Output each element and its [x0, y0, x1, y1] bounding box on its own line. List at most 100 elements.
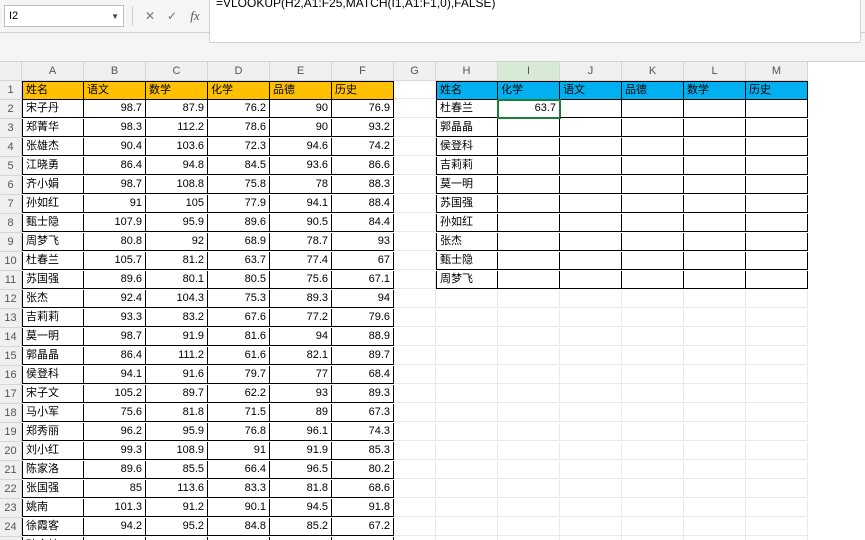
cell-M5[interactable] [746, 157, 808, 175]
cell-B11[interactable]: 89.6 [84, 271, 146, 289]
chevron-down-icon[interactable]: ▼ [111, 12, 119, 21]
cell-C1[interactable]: 数学 [146, 81, 208, 100]
cell-D9[interactable]: 68.9 [208, 233, 270, 251]
cell-D13[interactable]: 67.6 [208, 309, 270, 327]
cell-K24[interactable] [622, 518, 684, 536]
cell-L20[interactable] [684, 442, 746, 460]
cell-I15[interactable] [498, 347, 560, 365]
col-header-M[interactable]: M [746, 62, 808, 81]
cell-D6[interactable]: 75.8 [208, 176, 270, 194]
cell-E6[interactable]: 78 [270, 176, 332, 194]
cell-J21[interactable] [560, 461, 622, 479]
row-header-16[interactable]: 16 [0, 366, 22, 385]
cell-G17[interactable] [394, 385, 436, 403]
row-header-1[interactable]: 1 [0, 81, 22, 100]
cell-K22[interactable] [622, 480, 684, 498]
cell-L18[interactable] [684, 404, 746, 422]
cell-K7[interactable] [622, 195, 684, 213]
cell-B19[interactable]: 96.2 [84, 423, 146, 441]
col-header-F[interactable]: F [332, 62, 394, 81]
cell-F11[interactable]: 67.1 [332, 271, 394, 289]
cell-G10[interactable] [394, 252, 436, 270]
cell-K18[interactable] [622, 404, 684, 422]
cell-I18[interactable] [498, 404, 560, 422]
cell-J9[interactable] [560, 233, 622, 251]
cell-C8[interactable]: 95.9 [146, 214, 208, 232]
cell-G19[interactable] [394, 423, 436, 441]
cell-M4[interactable] [746, 138, 808, 156]
cell-E12[interactable]: 89.3 [270, 290, 332, 308]
row-header-21[interactable]: 21 [0, 461, 22, 480]
cell-B4[interactable]: 90.4 [84, 138, 146, 156]
cell-D1[interactable]: 化学 [208, 81, 270, 100]
cell-M21[interactable] [746, 461, 808, 479]
cell-G11[interactable] [394, 271, 436, 289]
cell-J4[interactable] [560, 138, 622, 156]
cell-J18[interactable] [560, 404, 622, 422]
col-header-C[interactable]: C [146, 62, 208, 81]
cell-L13[interactable] [684, 309, 746, 327]
cell-C15[interactable]: 111.2 [146, 347, 208, 365]
cell-M8[interactable] [746, 214, 808, 232]
cell-I20[interactable] [498, 442, 560, 460]
spreadsheet-grid[interactable]: ABCDEFGHIJKLM1姓名语文数学化学品德历史姓名化学语文品德数学历史2宋… [0, 62, 865, 540]
cell-M22[interactable] [746, 480, 808, 498]
cell-I5[interactable] [498, 157, 560, 175]
cell-J3[interactable] [560, 119, 622, 137]
cell-H7[interactable]: 苏国强 [436, 195, 498, 213]
row-header-11[interactable]: 11 [0, 271, 22, 290]
cell-K13[interactable] [622, 309, 684, 327]
cell-F24[interactable]: 67.2 [332, 518, 394, 536]
cell-H5[interactable]: 吉莉莉 [436, 157, 498, 175]
cell-F16[interactable]: 68.4 [332, 366, 394, 384]
cell-M23[interactable] [746, 499, 808, 517]
cell-A2[interactable]: 宋子丹 [22, 100, 84, 118]
cell-G13[interactable] [394, 309, 436, 327]
cell-A3[interactable]: 郑菁华 [22, 119, 84, 137]
row-header-23[interactable]: 23 [0, 499, 22, 518]
cell-A13[interactable]: 吉莉莉 [22, 309, 84, 327]
cell-D14[interactable]: 81.6 [208, 328, 270, 346]
cell-K16[interactable] [622, 366, 684, 384]
cell-G8[interactable] [394, 214, 436, 232]
cell-D20[interactable]: 91 [208, 442, 270, 460]
cell-H19[interactable] [436, 423, 498, 441]
cell-E1[interactable]: 品德 [270, 81, 332, 100]
row-header-12[interactable]: 12 [0, 290, 22, 309]
cell-K1[interactable]: 品德 [622, 81, 684, 100]
cell-I2[interactable]: 63.7 [498, 100, 560, 118]
cell-F10[interactable]: 67 [332, 252, 394, 270]
cell-I21[interactable] [498, 461, 560, 479]
cell-K6[interactable] [622, 176, 684, 194]
cell-F9[interactable]: 93 [332, 233, 394, 251]
cell-D17[interactable]: 62.2 [208, 385, 270, 403]
cell-E23[interactable]: 94.5 [270, 499, 332, 517]
cell-H11[interactable]: 周梦飞 [436, 271, 498, 289]
cell-D23[interactable]: 90.1 [208, 499, 270, 517]
cell-M13[interactable] [746, 309, 808, 327]
cell-C21[interactable]: 85.5 [146, 461, 208, 479]
cell-C18[interactable]: 81.8 [146, 404, 208, 422]
cell-E13[interactable]: 77.2 [270, 309, 332, 327]
cell-H16[interactable] [436, 366, 498, 384]
cell-E22[interactable]: 81.8 [270, 480, 332, 498]
cell-E11[interactable]: 75.6 [270, 271, 332, 289]
cell-J1[interactable]: 语文 [560, 81, 622, 100]
cell-B8[interactable]: 107.9 [84, 214, 146, 232]
cell-A12[interactable]: 张杰 [22, 290, 84, 308]
cell-F21[interactable]: 80.2 [332, 461, 394, 479]
cell-I11[interactable] [498, 271, 560, 289]
cell-F19[interactable]: 74.3 [332, 423, 394, 441]
cell-K15[interactable] [622, 347, 684, 365]
col-header-E[interactable]: E [270, 62, 332, 81]
cell-H23[interactable] [436, 499, 498, 517]
cell-D18[interactable]: 71.5 [208, 404, 270, 422]
cell-M16[interactable] [746, 366, 808, 384]
cell-L24[interactable] [684, 518, 746, 536]
cell-A8[interactable]: 甄士隐 [22, 214, 84, 232]
cell-I6[interactable] [498, 176, 560, 194]
cell-E14[interactable]: 94 [270, 328, 332, 346]
cell-L2[interactable] [684, 100, 746, 118]
cell-D21[interactable]: 66.4 [208, 461, 270, 479]
cell-K14[interactable] [622, 328, 684, 346]
